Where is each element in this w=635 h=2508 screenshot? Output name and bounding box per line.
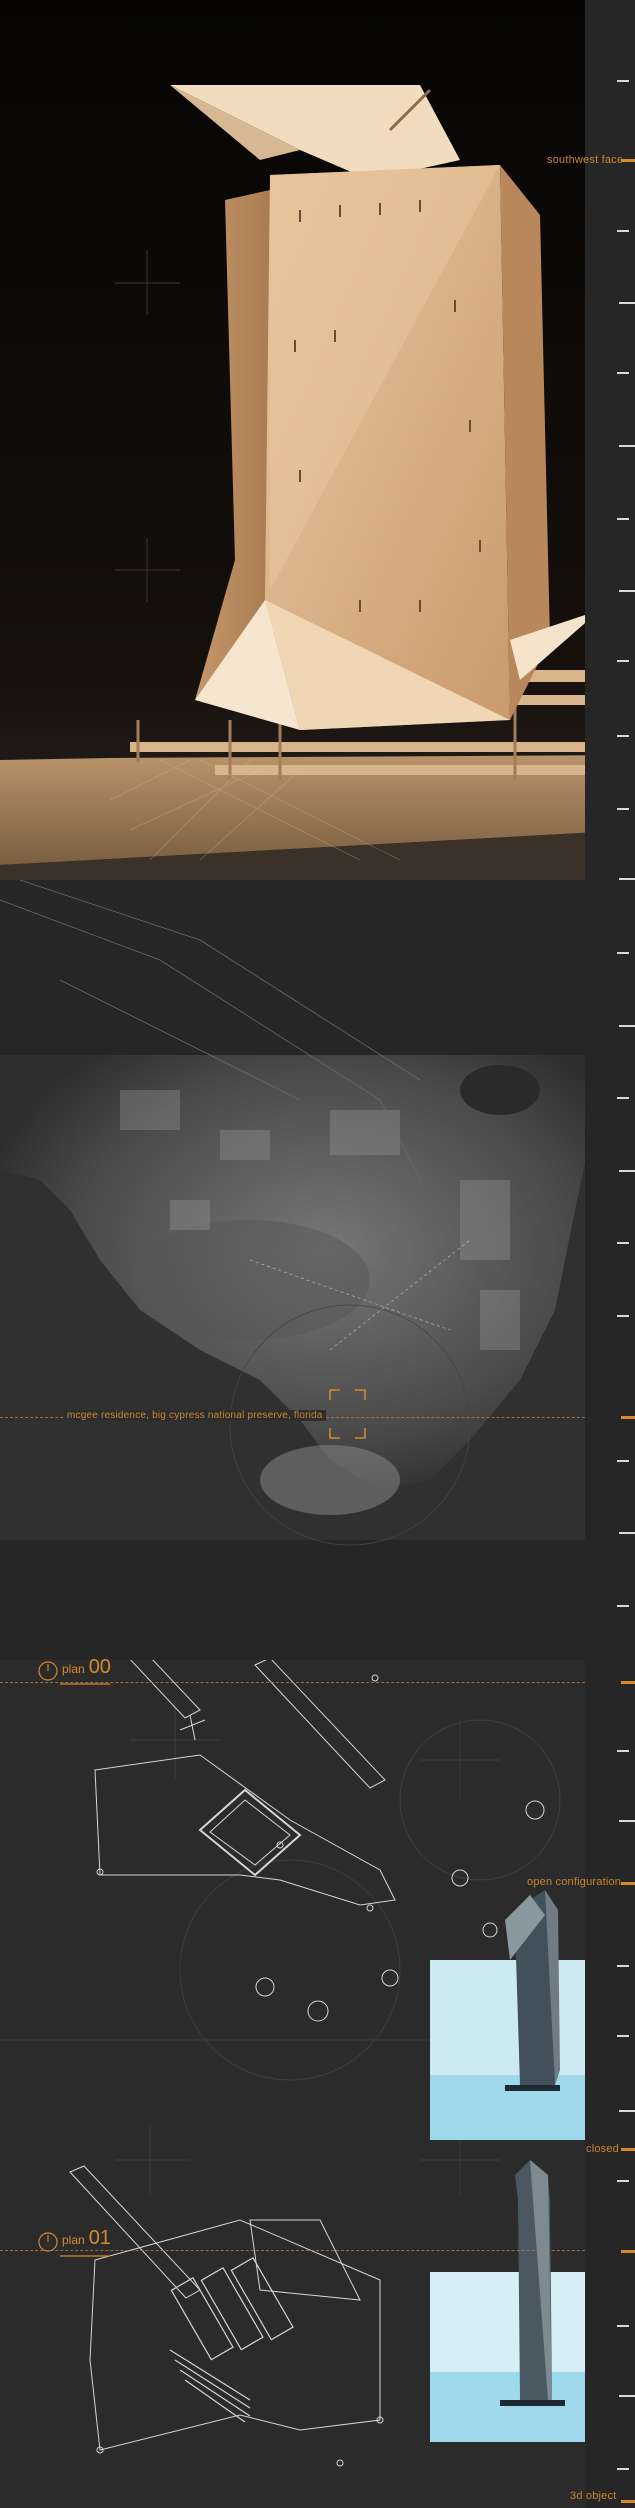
scale-ruler (585, 0, 635, 2508)
ruler-tick (619, 302, 635, 304)
ruler-tick (617, 952, 629, 954)
ruler-tick (617, 230, 629, 232)
site-map (0, 880, 635, 1660)
plan-00-title: plan 00 (62, 1656, 111, 1679)
ruler-tick-marker (621, 1416, 635, 1419)
ruler-tick (619, 1170, 635, 1172)
ruler-tick (617, 2180, 629, 2182)
plans-section (0, 1660, 635, 2508)
ruler-tick-marker (621, 1882, 635, 1885)
ruler-tick (619, 1820, 635, 1822)
ruler-tick (617, 2325, 629, 2327)
ruler-tick (619, 2110, 635, 2112)
southwest-face-label: southwest face (547, 154, 624, 166)
ruler-tick (617, 1605, 629, 1607)
ruler-tick (619, 590, 635, 592)
model-photo (0, 0, 635, 880)
plan-01-title: plan 01 (62, 2227, 111, 2250)
ruler-tick (617, 80, 629, 82)
ruler-tick-marker (621, 2250, 635, 2253)
ruler-tick (617, 1242, 629, 1244)
ruler-tick (617, 1460, 629, 1462)
plan-01-line (0, 2250, 635, 2251)
ruler-tick (619, 445, 635, 447)
ruler-tick (617, 1965, 629, 1967)
ruler-tick (617, 1097, 629, 1099)
ruler-tick (619, 878, 635, 880)
closed-label: closed (586, 2143, 619, 2155)
plan-01-prefix: plan (62, 2233, 85, 2247)
3d-object-label: 3d object (570, 2490, 617, 2502)
ruler-tick (619, 2395, 635, 2397)
ruler-tick-marker (621, 1681, 635, 1684)
plan-00-line (0, 1682, 635, 1683)
ruler-tick (617, 660, 629, 662)
plan-00-number: 00 (88, 1656, 111, 1678)
open-configuration-label: open configuration (527, 1876, 622, 1888)
ruler-tick-marker (621, 2500, 635, 2503)
ruler-tick (617, 1315, 629, 1317)
site-caption: mcgee residence, big cypress national pr… (64, 1410, 326, 1421)
plan-01-number: 01 (88, 2227, 111, 2249)
ruler-tick (617, 2468, 629, 2470)
ruler-tick-marker (621, 2148, 635, 2151)
ruler-tick (617, 735, 629, 737)
ruler-tick (617, 372, 629, 374)
ruler-tick (619, 1025, 635, 1027)
ruler-tick (617, 1750, 629, 1752)
ruler-tick (617, 518, 629, 520)
plan-00-prefix: plan (62, 1662, 85, 1676)
ruler-tick (617, 2035, 629, 2037)
ruler-tick (617, 808, 629, 810)
ruler-tick (619, 1532, 635, 1534)
